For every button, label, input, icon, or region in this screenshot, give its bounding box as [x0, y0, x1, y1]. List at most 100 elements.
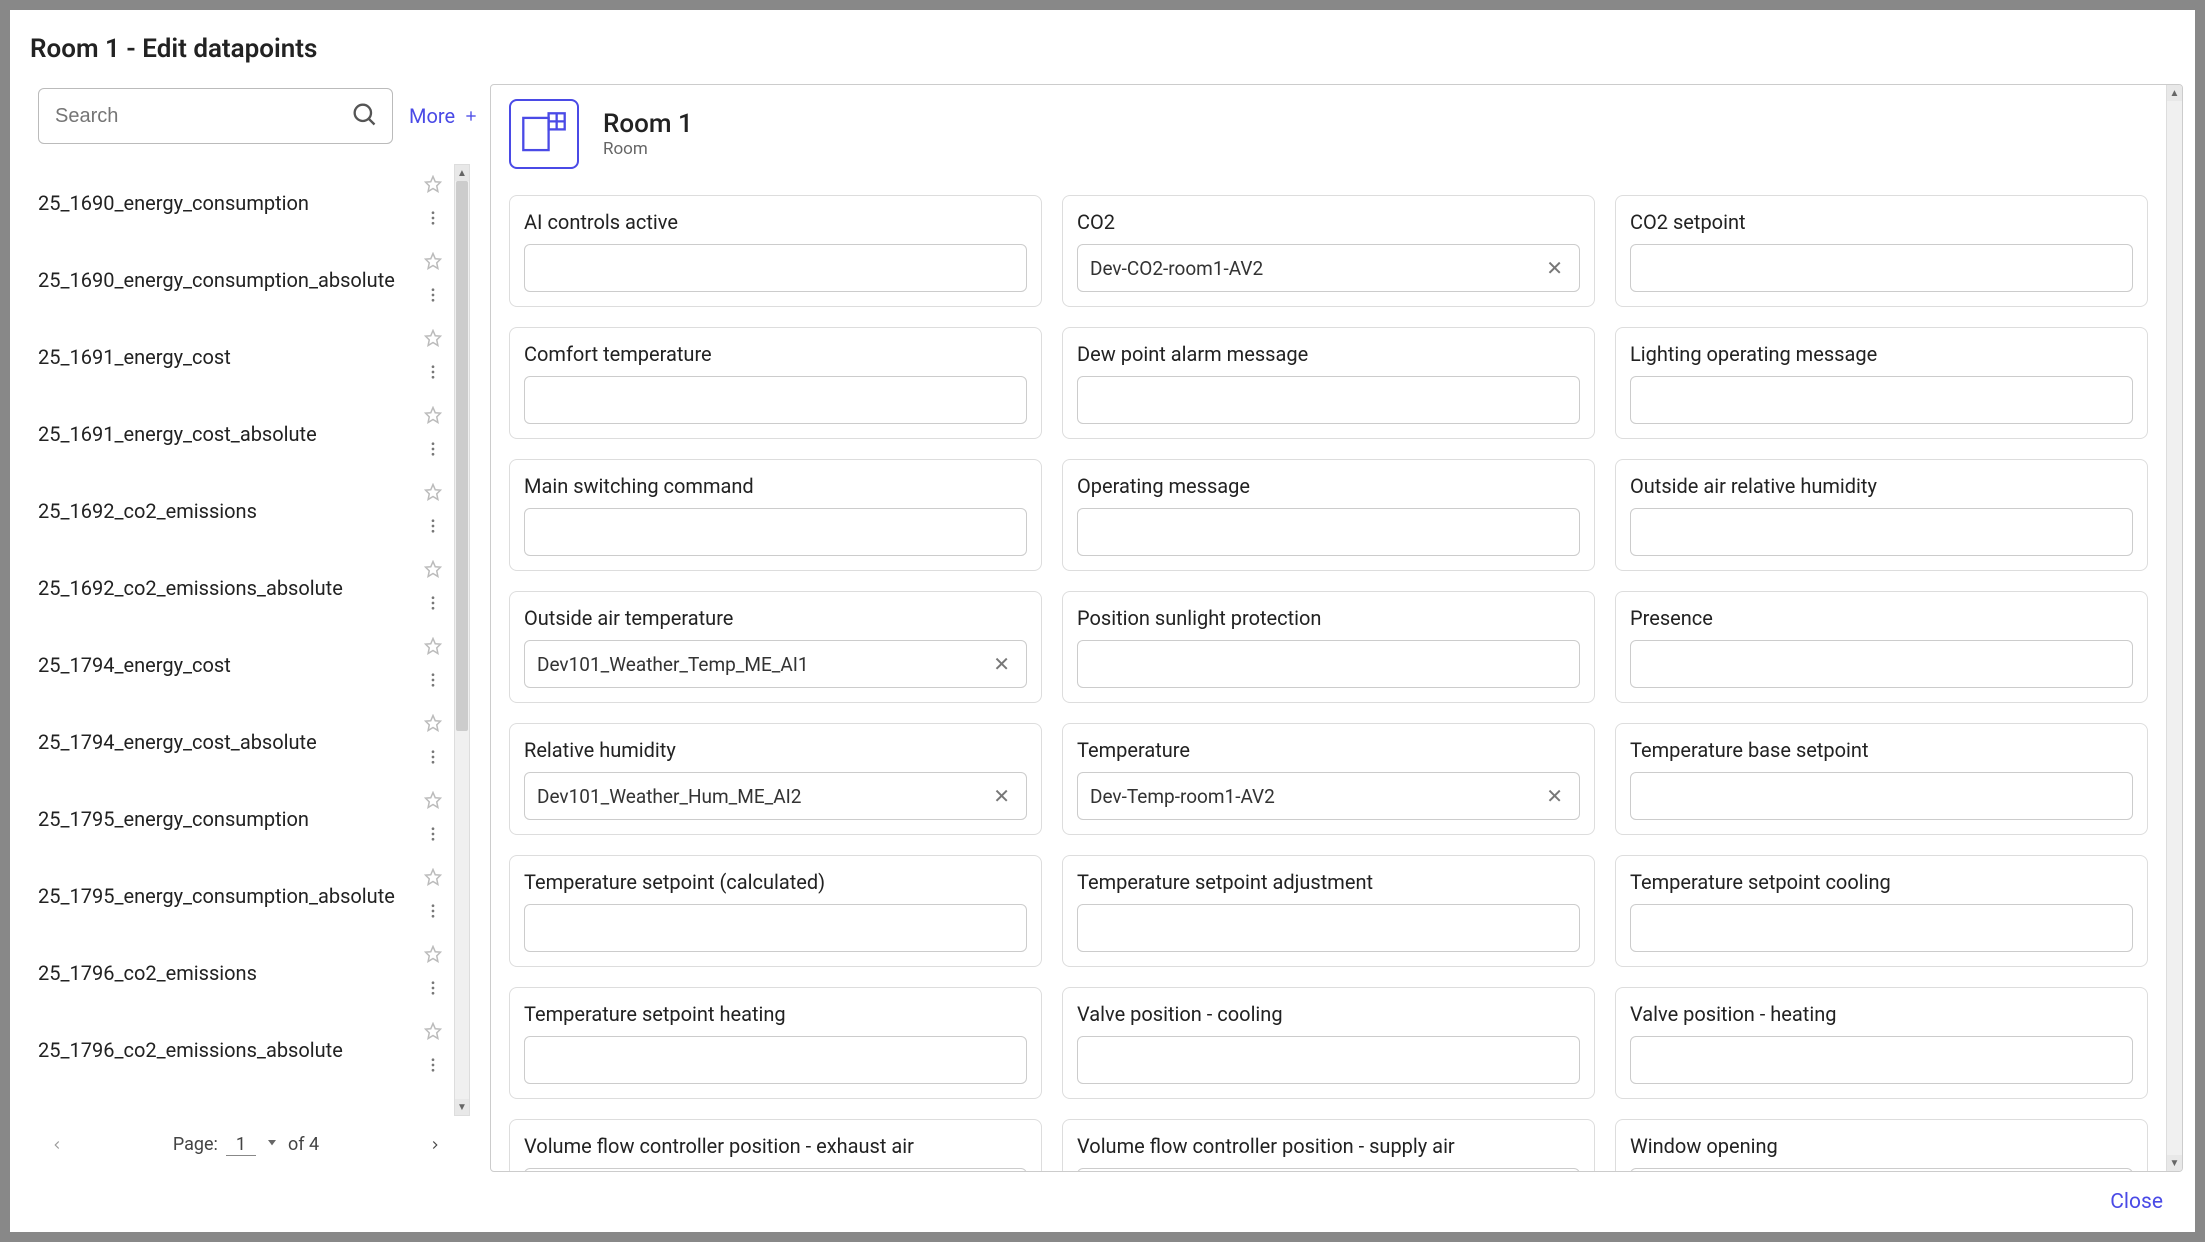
- main-panel: Room 1 Room AI controls active CO2 Dev-C…: [490, 84, 2183, 1172]
- star-icon[interactable]: [424, 560, 442, 582]
- star-icon[interactable]: [424, 714, 442, 736]
- field-label: Outside air temperature: [524, 606, 1027, 630]
- field-input[interactable]: [1077, 376, 1580, 424]
- field-label: CO2: [1077, 210, 1580, 234]
- list-item[interactable]: 25_1691_energy_cost_absolute: [38, 395, 450, 472]
- field-card: CO2 Dev-CO2-room1-AV2 ✕: [1062, 195, 1595, 307]
- dots-icon[interactable]: [424, 748, 442, 770]
- field-input[interactable]: Dev-CO2-room1-AV2 ✕: [1077, 244, 1580, 292]
- list-item[interactable]: 25_1692_co2_emissions_absolute: [38, 549, 450, 626]
- field-input[interactable]: [1077, 640, 1580, 688]
- field-value: Dev101_Weather_Temp_ME_AI1: [537, 653, 989, 676]
- list-item[interactable]: 25_1794_energy_cost: [38, 626, 450, 703]
- field-input[interactable]: Dev101_Weather_Temp_ME_AI1 ✕: [524, 640, 1027, 688]
- field-input[interactable]: [1630, 1168, 2133, 1171]
- dots-icon[interactable]: [424, 979, 442, 1001]
- dots-icon[interactable]: [424, 594, 442, 616]
- page-dropdown-icon[interactable]: [264, 1134, 280, 1155]
- list-item[interactable]: 25_1690_energy_consumption_absolute: [38, 241, 450, 318]
- dots-icon[interactable]: [424, 363, 442, 385]
- dots-icon[interactable]: [424, 825, 442, 847]
- field-input[interactable]: [1630, 376, 2133, 424]
- list-item-label: 25_1690_energy_consumption: [38, 191, 309, 215]
- dots-icon[interactable]: [424, 440, 442, 462]
- field-input[interactable]: [1630, 772, 2133, 820]
- star-icon[interactable]: [424, 637, 442, 659]
- scroll-thumb[interactable]: [456, 181, 468, 731]
- dots-icon[interactable]: [424, 671, 442, 693]
- dots-icon[interactable]: [424, 286, 442, 308]
- list-item[interactable]: 25_1691_energy_cost: [38, 318, 450, 395]
- dots-icon[interactable]: [424, 517, 442, 539]
- field-label: Outside air relative humidity: [1630, 474, 2133, 498]
- star-icon[interactable]: [424, 483, 442, 505]
- list-item-label: 25_1794_energy_cost: [38, 653, 231, 677]
- field-label: Presence: [1630, 606, 2133, 630]
- modal-footer: Close: [10, 1172, 2195, 1232]
- field-card: Temperature Dev-Temp-room1-AV2 ✕: [1062, 723, 1595, 835]
- field-input[interactable]: [524, 244, 1027, 292]
- list-item[interactable]: 25_1690_energy_consumption: [38, 164, 450, 241]
- page-current[interactable]: 1: [226, 1134, 256, 1156]
- field-card: Volume flow controller position - exhaus…: [509, 1119, 1042, 1171]
- field-input[interactable]: [1630, 904, 2133, 952]
- more-button[interactable]: More: [409, 104, 487, 128]
- star-icon[interactable]: [424, 329, 442, 351]
- scroll-up-arrow[interactable]: ▲: [455, 165, 469, 181]
- dots-icon[interactable]: [424, 1056, 442, 1078]
- field-input[interactable]: [1077, 508, 1580, 556]
- clear-icon[interactable]: ✕: [1542, 256, 1567, 280]
- star-icon[interactable]: [424, 175, 442, 197]
- field-input[interactable]: [524, 508, 1027, 556]
- star-icon[interactable]: [424, 791, 442, 813]
- page-next[interactable]: [420, 1129, 450, 1161]
- list-item[interactable]: 25_1796_co2_emissions_absolute: [38, 1011, 450, 1088]
- field-input[interactable]: [1630, 508, 2133, 556]
- field-input[interactable]: [524, 1168, 1027, 1171]
- field-input[interactable]: [1630, 1036, 2133, 1084]
- field-input[interactable]: Dev101_Weather_Hum_ME_AI2 ✕: [524, 772, 1027, 820]
- main-scroll-down[interactable]: ▼: [2167, 1155, 2182, 1171]
- list-item[interactable]: 25_1794_energy_cost_absolute: [38, 703, 450, 780]
- star-icon[interactable]: [424, 406, 442, 428]
- clear-icon[interactable]: ✕: [989, 652, 1014, 676]
- field-input[interactable]: [1077, 904, 1580, 952]
- field-input[interactable]: [1077, 1168, 1580, 1171]
- list-item-label: 25_1796_co2_emissions_absolute: [38, 1038, 343, 1062]
- field-card: Operating message: [1062, 459, 1595, 571]
- search-icon[interactable]: [336, 100, 392, 132]
- field-card: CO2 setpoint: [1615, 195, 2148, 307]
- field-input[interactable]: [524, 904, 1027, 952]
- star-icon[interactable]: [424, 252, 442, 274]
- star-icon[interactable]: [424, 945, 442, 967]
- field-card: Volume flow controller position - supply…: [1062, 1119, 1595, 1171]
- scroll-down-arrow[interactable]: ▼: [455, 1099, 469, 1115]
- field-card: Dew point alarm message: [1062, 327, 1595, 439]
- page-prev[interactable]: [42, 1129, 72, 1161]
- field-card: Outside air relative humidity: [1615, 459, 2148, 571]
- field-input[interactable]: [1630, 640, 2133, 688]
- main-scrollbar[interactable]: ▲ ▼: [2166, 85, 2182, 1171]
- list-item[interactable]: 25_1796_co2_emissions: [38, 934, 450, 1011]
- clear-icon[interactable]: ✕: [989, 784, 1014, 808]
- star-icon[interactable]: [424, 868, 442, 890]
- list-item-actions: [424, 252, 442, 308]
- star-icon[interactable]: [424, 1022, 442, 1044]
- dots-icon[interactable]: [424, 902, 442, 924]
- field-input[interactable]: [524, 1036, 1027, 1084]
- list-item[interactable]: 25_1795_energy_consumption_absolute: [38, 857, 450, 934]
- dots-icon[interactable]: [424, 209, 442, 231]
- field-input[interactable]: [524, 376, 1027, 424]
- field-label: Temperature base setpoint: [1630, 738, 2133, 762]
- field-input[interactable]: Dev-Temp-room1-AV2 ✕: [1077, 772, 1580, 820]
- list-item[interactable]: 25_1795_energy_consumption: [38, 780, 450, 857]
- field-input[interactable]: [1077, 1036, 1580, 1084]
- field-input[interactable]: [1630, 244, 2133, 292]
- sidebar-scrollbar[interactable]: ▲ ▼: [454, 164, 470, 1116]
- search-input[interactable]: [39, 105, 336, 128]
- field-card: Temperature setpoint heating: [509, 987, 1042, 1099]
- clear-icon[interactable]: ✕: [1542, 784, 1567, 808]
- close-button[interactable]: Close: [2110, 1190, 2163, 1214]
- list-item[interactable]: 25_1692_co2_emissions: [38, 472, 450, 549]
- main-scroll-up[interactable]: ▲: [2167, 85, 2182, 101]
